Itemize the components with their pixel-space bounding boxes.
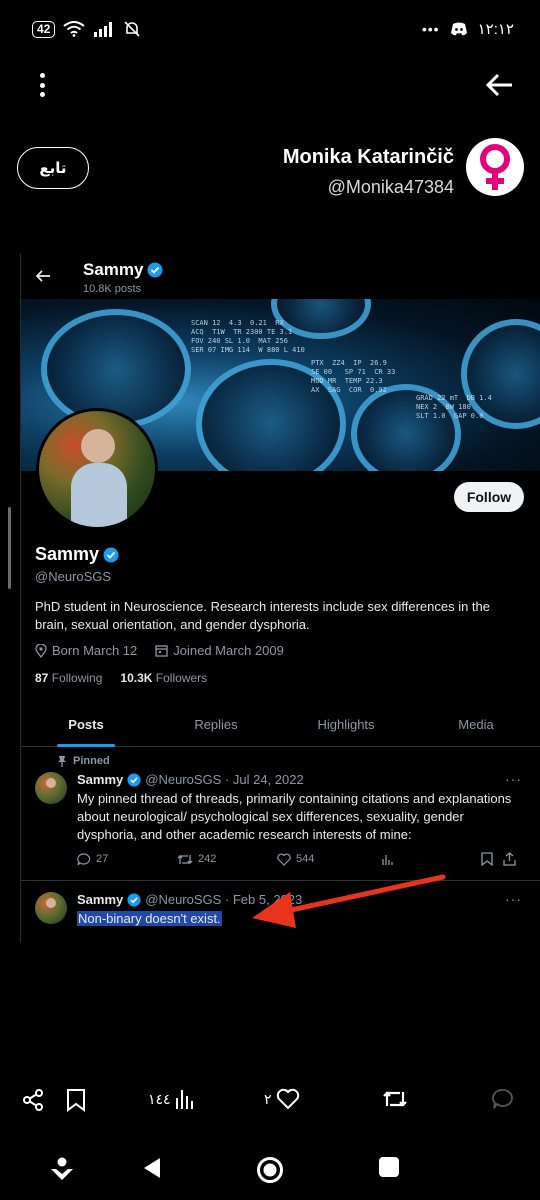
views-button[interactable]: ١٤٤ xyxy=(148,1088,195,1110)
bookmark-icon[interactable] xyxy=(66,1088,86,1112)
tweet-divider xyxy=(21,880,540,881)
embedded-profile-handle: @NeuroSGS xyxy=(35,569,112,584)
signal-icon xyxy=(94,22,113,37)
follow-counts: 87 Following 10.3K Followers xyxy=(35,671,208,685)
embedded-follow-button: Follow xyxy=(454,482,524,512)
tweet-actions: 27 242 544 xyxy=(77,852,523,866)
tweet-header: Sammy @NeuroSGS · Feb 5, 2023 xyxy=(77,892,303,907)
clock: ١٢:١٢ xyxy=(477,21,514,38)
more-options-icon[interactable] xyxy=(30,70,54,100)
recents-nav-icon[interactable] xyxy=(378,1156,400,1178)
views-icon xyxy=(382,854,393,865)
like-button[interactable]: ٢ xyxy=(264,1088,300,1110)
tab-replies: Replies xyxy=(194,717,238,732)
status-bar: 42 ••• ١٢:١٢ xyxy=(0,0,540,60)
pinned-label: Pinned xyxy=(57,755,110,767)
tweet-more-icon: ··· xyxy=(505,891,522,907)
tweet-text: My pinned thread of threads, primarily c… xyxy=(77,791,512,842)
female-symbol-icon xyxy=(480,144,510,190)
reply-icon[interactable] xyxy=(492,1088,514,1110)
like-icon xyxy=(276,1088,299,1110)
battery-indicator: 42 xyxy=(32,20,56,38)
share-icon[interactable] xyxy=(21,1088,45,1112)
embedded-header-name: Sammy xyxy=(83,260,163,280)
back-arrow-icon[interactable] xyxy=(484,70,516,100)
profile-meta: Born March 12 Joined March 2009 xyxy=(35,643,284,658)
tweet-more-icon: ··· xyxy=(505,771,522,787)
location-pin-icon xyxy=(35,643,47,658)
reply-icon xyxy=(77,852,91,865)
posts-count: 10.8K posts xyxy=(83,283,142,295)
discord-icon xyxy=(450,22,467,36)
profile-handle: @Monika47384 xyxy=(327,177,454,197)
verified-badge-icon xyxy=(127,772,141,787)
tab-highlights: Highlights xyxy=(317,717,375,732)
more-dots-icon: ••• xyxy=(421,21,440,37)
tweet-avatar xyxy=(35,892,67,924)
profile-tabs: Posts Replies Highlights Media xyxy=(21,701,540,747)
highlighted-text: Non-binary doesn't exist. xyxy=(77,911,222,926)
tweet-text: Non-binary doesn't exist. xyxy=(77,910,517,928)
back-nav-icon[interactable] xyxy=(142,1156,162,1180)
calendar-icon xyxy=(155,645,168,657)
share-icon xyxy=(503,852,516,866)
embedded-screenshot[interactable]: Sammy 10.8K posts SCAN 12 4.3 0.21 RX AC… xyxy=(20,253,540,943)
follow-button[interactable]: تابع xyxy=(17,147,89,189)
retweet-icon[interactable] xyxy=(382,1088,408,1110)
bookmark-icon xyxy=(481,852,493,866)
profile-picture[interactable] xyxy=(36,408,158,530)
tweet-avatar xyxy=(35,772,67,804)
system-navigation-bar xyxy=(0,1140,540,1200)
tab-media: Media xyxy=(458,717,494,732)
pin-icon xyxy=(58,756,66,767)
profile-bio: PhD student in Neuroscience. Research in… xyxy=(35,599,491,632)
verified-badge-icon xyxy=(147,262,163,278)
avatar[interactable] xyxy=(466,138,524,196)
home-nav-icon[interactable] xyxy=(256,1156,284,1184)
wifi-icon xyxy=(63,21,85,37)
retweet-icon xyxy=(177,854,193,864)
profile-name-block: Monika Katarinčič @Monika47384 xyxy=(283,146,454,198)
back-arrow-icon xyxy=(35,270,50,282)
like-icon xyxy=(277,853,291,866)
scrollbar[interactable] xyxy=(8,507,11,589)
post-action-bar: ١٤٤ ٢ xyxy=(0,1080,540,1124)
assistant-icon[interactable] xyxy=(48,1156,76,1182)
views-icon xyxy=(175,1090,193,1109)
embedded-profile-name: Sammy xyxy=(35,544,119,565)
verified-badge-icon xyxy=(103,547,119,562)
profile-name: Monika Katarinčič xyxy=(282,146,454,168)
embedded-header: Sammy 10.8K posts xyxy=(21,253,540,299)
verified-badge-icon xyxy=(127,892,141,907)
tweet-header: Sammy @NeuroSGS · Jul 24, 2022 xyxy=(77,772,304,787)
tab-posts: Posts xyxy=(21,701,151,747)
mute-bell-icon xyxy=(124,21,140,37)
